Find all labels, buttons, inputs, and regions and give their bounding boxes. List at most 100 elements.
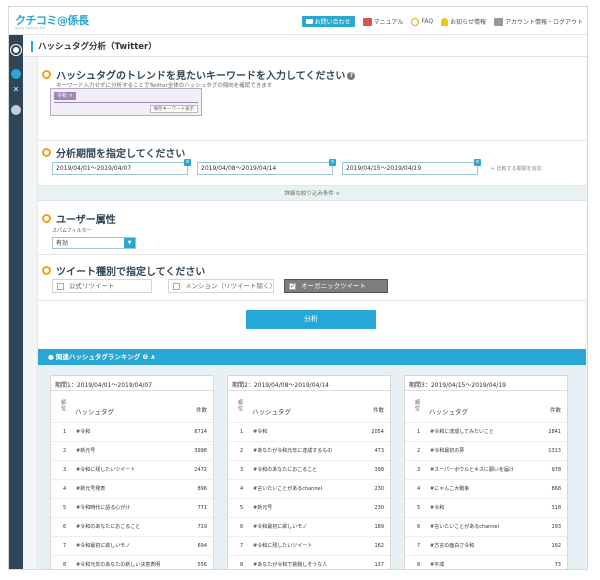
hashtag-text[interactable]: #あなたが令和で挑戦しそうな人 [253, 562, 361, 569]
spam-filter-select[interactable]: 有効 ▼ [52, 237, 136, 249]
hashtag-text[interactable]: #あなたが令和元年に達成するもの [253, 448, 361, 455]
hashtag-text[interactable]: #平成 [430, 562, 538, 569]
dashboard-icon[interactable] [11, 45, 21, 55]
hashtag-text[interactable]: #スーパーボウルとキスに願いを届け [430, 467, 538, 474]
hashtag-text[interactable]: #令和 [253, 429, 361, 436]
option-organic-tweet[interactable]: ✓ オーガニックツイート [284, 279, 388, 293]
count-value: 473 [374, 448, 384, 454]
table-row[interactable]: 2 #令和最初の夢 1313 [405, 441, 567, 461]
hashtag-text[interactable]: #言いたいことがあるchannel [253, 486, 361, 493]
close-icon[interactable]: × [329, 159, 336, 166]
count-header: 件数 [372, 408, 384, 414]
count-value: 318 [551, 505, 561, 511]
hashtag-text[interactable]: #令和 [76, 429, 184, 436]
table-row[interactable]: 3 #令和に残したいツイート 2472 [51, 460, 213, 480]
table-row[interactable]: 6 #言いたいことがあるchannel 193 [405, 517, 567, 537]
analyze-button[interactable]: 分析 [246, 310, 376, 329]
nav-contact[interactable]: お問い合わせ [301, 16, 355, 27]
hashtag-text[interactable]: #令和最初に欲しいモノ [76, 543, 184, 550]
table-row[interactable]: 1 #令和 2054 [228, 422, 390, 442]
table-row[interactable]: 2 #あなたが令和元年に達成するもの 473 [228, 441, 390, 461]
rank-number: 8 [417, 562, 421, 568]
table-row[interactable]: 6 #令和のあなたにおこること 719 [51, 517, 213, 537]
hashtag-text[interactable]: #新元号発表 [76, 486, 184, 493]
settings-icon[interactable] [11, 105, 21, 115]
hashtag-text[interactable]: #令和に残したいツイート [253, 543, 361, 550]
table-row[interactable]: 5 #令和時代に語る心がけ 771 [51, 498, 213, 518]
nav-account[interactable]: アカウント情報・ログアウト [493, 17, 583, 26]
table-row[interactable]: 8 #令和元年のあなたの新しい決意表明 556 [51, 555, 213, 569]
checkbox-checked[interactable]: ✓ [289, 283, 296, 290]
account-icon [493, 17, 503, 26]
count-value: 192 [551, 543, 561, 549]
twitter-icon[interactable] [11, 69, 21, 79]
option-label: 公式リツイート [69, 282, 115, 290]
ranking-column: 期間3：2019/04/15～2019/04/19 順位ハッシュタグ 件数 1 #令和に… [404, 375, 568, 569]
table-row[interactable]: 4 #新元号発表 896 [51, 479, 213, 499]
table-row[interactable]: 1 #令和 8714 [51, 422, 213, 442]
keyword-input[interactable] [54, 102, 198, 103]
hashtag-text[interactable]: #令和最初の夢 [430, 448, 538, 455]
hashtag-text[interactable]: #新元号 [253, 505, 361, 512]
help-icon[interactable]: ? [347, 72, 356, 80]
period-1-field[interactable]: 2019/04/01～2019/04/07 × [52, 159, 191, 175]
close-icon[interactable]: × [474, 159, 481, 166]
count-value: 978 [551, 467, 561, 473]
hashtag-text[interactable]: #令和最初に欲しいモノ [253, 524, 361, 531]
hashtag-ranking: ● 関連ハッシュタグランキング ❷ ∧ 期間1：2019/04/01～2019/… [38, 349, 586, 569]
tools-icon[interactable]: ✕ [11, 85, 21, 95]
detail-filter-toggle[interactable]: 詳細な絞り込み条件 ∨ [38, 185, 586, 201]
nav-manual[interactable]: マニュアル [362, 17, 403, 26]
hashtag-text[interactable]: #新元号 [76, 448, 184, 455]
app-window: クチコミ@係長 Social Listening Tool お問い合わせ マニュ… [8, 6, 588, 570]
table-row[interactable]: 3 #令和のあなたにおこること 398 [228, 460, 390, 480]
add-period-button[interactable]: ＋ 比較する期間を追加 [490, 165, 542, 172]
table-row[interactable]: 7 #令和に残したいツイート 162 [228, 536, 390, 556]
section-marker [42, 148, 51, 157]
table-row[interactable]: 5 #新元号 230 [228, 498, 390, 518]
hashtag-text[interactable]: #令和時代に語る心がけ [76, 505, 184, 512]
hashtag-text[interactable]: #令和のあなたにおこること [76, 524, 184, 531]
hashtag-text[interactable]: #令和に達成してみたいこと [430, 429, 538, 436]
table-row[interactable]: 6 #令和最初に欲しいモノ 189 [228, 517, 390, 537]
period-3-field[interactable]: 2019/04/15～2019/04/19 × [342, 159, 481, 175]
table-row[interactable]: 7 #方言の面白さ令和 192 [405, 536, 567, 556]
hashtag-text[interactable]: #令和 [430, 505, 538, 512]
option-official-retweet[interactable]: 公式リツイート [52, 279, 152, 293]
hashtag-text[interactable]: #令和のあなたにおこること [253, 467, 361, 474]
divider [405, 390, 567, 391]
option-label: メンション（リツイート除く） [185, 282, 276, 290]
table-row[interactable]: 2 #新元号 3998 [51, 441, 213, 461]
table-row[interactable]: 8 #平成 73 [405, 555, 567, 569]
nav-news[interactable]: お知らせ情報 [441, 17, 486, 26]
hashtag-text[interactable]: #令和元年のあなたの新しい決意表明 [76, 562, 184, 569]
table-row[interactable]: 4 #にゃんこ大戦争 868 [405, 479, 567, 499]
count-value: 694 [197, 543, 207, 549]
section-marker [42, 70, 51, 79]
hashtag-text[interactable]: #にゃんこ大戦争 [430, 486, 538, 493]
option-mention[interactable]: メンション（リツイート除く） [168, 279, 276, 293]
saved-keywords-button[interactable]: 保存キーワード表示 [149, 105, 198, 113]
keyword-input-box[interactable]: 令和 × 保存キーワード表示 [50, 88, 202, 116]
keyword-chip[interactable]: 令和 × [54, 92, 76, 100]
close-icon[interactable]: × [184, 159, 191, 166]
checkbox[interactable] [57, 283, 64, 290]
table-row[interactable]: 7 #令和最初に欲しいモノ 694 [51, 536, 213, 556]
period-section-title: 分析期間を指定してください [56, 149, 186, 160]
rank-header: 順位 [61, 400, 67, 412]
table-row[interactable]: 1 #令和に達成してみたいこと 2841 [405, 422, 567, 442]
hashtag-text[interactable]: #方言の面白さ令和 [430, 543, 538, 550]
ranking-header[interactable]: ● 関連ハッシュタグランキング ❷ ∧ [38, 349, 586, 365]
checkbox[interactable] [173, 283, 180, 290]
nav-faq[interactable]: FAQ [411, 17, 433, 26]
table-row[interactable]: 8 #あなたが令和で挑戦しそうな人 137 [228, 555, 390, 569]
rank-header: 順位 [238, 400, 244, 412]
period-2-field[interactable]: 2019/04/08～2019/04/14 × [197, 159, 336, 175]
hashtag-text[interactable]: #言いたいことがあるchannel [430, 524, 538, 531]
hashtag-text[interactable]: #令和に残したいツイート [76, 467, 184, 474]
table-row[interactable]: 4 #言いたいことがあるchannel 230 [228, 479, 390, 499]
rank-number: 1 [240, 429, 244, 435]
count-value: 556 [197, 562, 207, 568]
table-row[interactable]: 3 #スーパーボウルとキスに願いを届け 978 [405, 460, 567, 480]
table-row[interactable]: 5 #令和 318 [405, 498, 567, 518]
